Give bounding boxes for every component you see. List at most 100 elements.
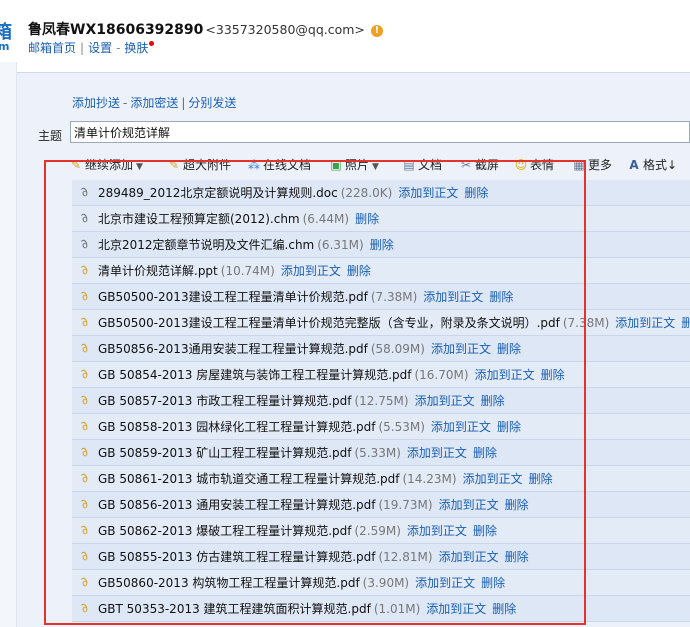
delete-attachment-link[interactable]: 删除 — [473, 524, 497, 538]
attachment-size: (16.70M) — [414, 368, 469, 382]
change-skin-link[interactable]: 换肤 — [124, 41, 148, 55]
delete-attachment-link[interactable]: 删除 — [355, 212, 379, 226]
delete-attachment-link[interactable]: 删除 — [370, 238, 394, 252]
attachment-filename: GB 50862-2013 爆破工程工程量计算规范.pdf — [98, 524, 352, 538]
insert-into-body-link[interactable]: 添加到正文 — [439, 498, 499, 512]
attachment-filename: 北京市建设工程预算定额(2012).chm — [98, 212, 300, 226]
insert-into-body-link[interactable]: 添加到正文 — [439, 550, 499, 564]
attachment-filename: GB50500-2013建设工程工程量清单计价规范完整版（含专业，附录及条文说明… — [98, 316, 560, 330]
insert-into-body-link[interactable]: 添加到正文 — [463, 472, 523, 486]
attachment-filename: GB 50859-2013 矿山工程工程量计算规范.pdf — [98, 446, 352, 460]
share-icon: ⁂ — [248, 158, 260, 172]
attachment-row: ∂ 北京市建设工程预算定额(2012).chm (6.44M) 删除 — [72, 206, 690, 232]
user-name: 鲁凤春WX18606392890 — [28, 22, 204, 38]
warning-icon[interactable]: ! — [370, 25, 383, 37]
screenshot-button[interactable]: ✂ 截屏 — [459, 156, 499, 174]
smiley-icon: ☺ — [514, 158, 528, 172]
attachment-size: (3.90M) — [362, 576, 410, 590]
attachment-filename: 清单计价规范详解.ppt — [98, 264, 218, 278]
chevron-down-icon[interactable]: ▼ — [372, 162, 379, 172]
paperclip-icon: ∂ — [78, 392, 92, 409]
attachment-size: (7.38M) — [370, 290, 418, 304]
document-button[interactable]: ▤ 文档 — [402, 156, 442, 174]
delete-attachment-link[interactable]: 删除 — [481, 394, 505, 408]
chevron-down-icon[interactable]: ▼ — [136, 162, 143, 172]
paperclip-icon: ∂ — [78, 314, 92, 331]
mail-logo[interactable]: 箱 m — [0, 18, 14, 52]
add-cc-link[interactable]: 添加抄送 — [72, 96, 120, 110]
paperclip-icon: ∂ — [78, 600, 92, 617]
insert-into-body-link[interactable]: 添加到正文 — [415, 394, 475, 408]
online-document-button[interactable]: ⁂ 在线文档 — [247, 156, 311, 174]
paperclip-icon: ∂ — [78, 210, 92, 227]
insert-into-body-link[interactable]: 添加到正文 — [615, 316, 675, 330]
continue-add-button[interactable]: ✎ 继续添加 ▼ — [69, 156, 143, 174]
more-button[interactable]: ▦ 更多 — [572, 156, 612, 174]
delete-attachment-link[interactable]: 删除 — [541, 368, 565, 382]
insert-into-body-link[interactable]: 添加到正文 — [407, 446, 467, 460]
paperclip-icon: ∂ — [78, 522, 92, 539]
separate-send-link[interactable]: 分别发送 — [188, 96, 236, 110]
user-email: <3357320580@qq.com> — [205, 22, 365, 37]
attachment-size: (12.81M) — [378, 550, 433, 564]
attachment-row: ∂ GB50860-2013 构筑物工程工程量计算规范.pdf (3.90M) 添加到… — [72, 570, 690, 596]
font-icon: A — [629, 158, 639, 172]
insert-into-body-link[interactable]: 添加到正文 — [281, 264, 341, 278]
large-attachment-button[interactable]: ✎ 超大附件 — [167, 156, 231, 174]
paperclip-icon: ∂ — [78, 366, 92, 383]
insert-into-body-link[interactable]: 添加到正文 — [475, 368, 535, 382]
mailbox-home-link[interactable]: 邮箱首页 — [28, 41, 76, 55]
attachment-toolbar: ✎ 继续添加 ▼ ✎ 超大附件 ⁂ 在线文档 ▣ 照片 ▼ ▤ 文档 ✂ 截屏 ☺ 表情 ▦ 更多 … — [69, 156, 690, 178]
photo-icon: ▣ — [330, 158, 342, 172]
attachment-size: (58.09M) — [370, 342, 425, 356]
delete-attachment-link[interactable]: 删除 — [473, 446, 497, 460]
attachment-size: (2.59M) — [354, 524, 401, 538]
attachment-row: ∂ GB50500-2013建设工程工程量清单计价规范.pdf (7.38M) 添加到… — [72, 284, 690, 310]
attachment-row: ∂ GB 50855-2013 仿古建筑工程工程量计算规范.pdf (12.81M)… — [72, 544, 690, 570]
insert-into-body-link[interactable]: 添加到正文 — [431, 342, 491, 356]
delete-attachment-link[interactable]: 删除 — [481, 576, 505, 590]
attachment-row: ∂ 清单计价规范详解.ppt (10.74M) 添加到正文 删除 — [72, 258, 690, 284]
attachment-row: ∂ 北京2012定额章节说明及文件汇编.chm (6.31M) 删除 — [72, 232, 690, 258]
insert-into-body-link[interactable]: 添加到正文 — [415, 576, 475, 590]
delete-attachment-link[interactable]: 删除 — [464, 186, 488, 200]
delete-attachment-link[interactable]: 删除 — [529, 472, 553, 486]
delete-attachment-link[interactable]: 删除 — [497, 420, 521, 434]
attachment-size: (14.23M) — [402, 472, 457, 486]
attachment-row: ∂ GB50500-2013建设工程工程量清单计价规范完整版（含专业，附录及条文说… — [72, 310, 690, 336]
insert-into-body-link[interactable]: 添加到正文 — [426, 602, 486, 616]
mail-header: 箱 m 鲁凤春WX18606392890 <3357320580@qq.com>!… — [0, 0, 690, 62]
attachment-size: (1.01M) — [373, 602, 421, 616]
insert-into-body-link[interactable]: 添加到正文 — [431, 420, 491, 434]
paperclip-icon: ∂ — [78, 340, 92, 357]
delete-attachment-link[interactable]: 删除 — [505, 498, 529, 512]
delete-attachment-link[interactable]: 删除 — [492, 602, 516, 616]
photo-button[interactable]: ▣ 照片 ▼ — [329, 156, 379, 174]
delete-attachment-link[interactable]: 删除 — [681, 316, 690, 330]
attachment-row: ∂ GB50856-2013通用安装工程工程量计算规范.pdf (58.09M) 添加… — [72, 336, 690, 362]
attachment-row: ∂ GB 50861-2013 城市轨道交通工程工程量计算规范.pdf (14.23… — [72, 466, 690, 492]
attachment-size: (12.75M) — [354, 394, 409, 408]
settings-link[interactable]: 设置 — [88, 41, 112, 55]
insert-into-body-link[interactable]: 添加到正文 — [407, 524, 467, 538]
delete-attachment-link[interactable]: 删除 — [505, 550, 529, 564]
emoji-button[interactable]: ☺ 表情 — [514, 156, 554, 174]
attachment-row: ∂ GBT 50353-2013 建筑工程建筑面积计算规范.pdf (1.01M) 添… — [72, 596, 690, 622]
attachment-filename: GB 50854-2013 房屋建筑与装饰工程工程量计算规范.pdf — [98, 368, 412, 382]
delete-attachment-link[interactable]: 删除 — [489, 290, 513, 304]
format-button[interactable]: A 格式↓ — [627, 156, 677, 174]
attachment-filename: GB 50861-2013 城市轨道交通工程工程量计算规范.pdf — [98, 472, 400, 486]
delete-attachment-link[interactable]: 删除 — [497, 342, 521, 356]
attachment-row: ∂ 289489_2012北京定额说明及计算规则.doc (228.0K) 添加到正文… — [72, 180, 690, 206]
attachment-row: ∂ GB 50854-2013 房屋建筑与装饰工程工程量计算规范.pdf (16.7… — [72, 362, 690, 388]
subject-input[interactable] — [70, 121, 690, 143]
subject-label: 主题 — [38, 129, 63, 143]
attachment-row: ∂ GB 50859-2013 矿山工程工程量计算规范.pdf (5.33M) 添加到… — [72, 440, 690, 466]
add-bcc-link[interactable]: 添加密送 — [130, 96, 178, 110]
paperclip-icon: ∂ — [78, 184, 92, 201]
attachment-filename: GB 50856-2013 通用安装工程工程量计算规范.pdf — [98, 498, 376, 512]
delete-attachment-link[interactable]: 删除 — [347, 264, 371, 278]
insert-into-body-link[interactable]: 添加到正文 — [398, 186, 458, 200]
insert-into-body-link[interactable]: 添加到正文 — [423, 290, 483, 304]
notification-dot — [149, 41, 155, 46]
